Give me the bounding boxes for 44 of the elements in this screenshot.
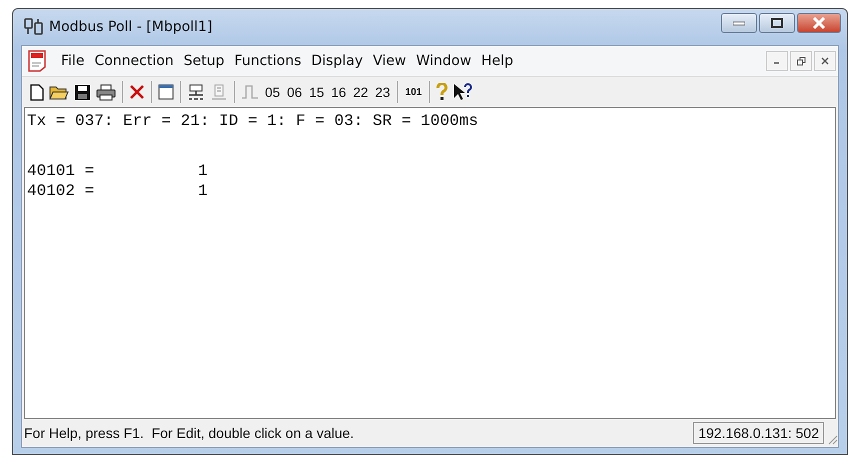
restore-button[interactable] <box>790 51 812 71</box>
close-button[interactable] <box>814 51 836 71</box>
new-file-icon[interactable] <box>30 84 44 100</box>
resize-grip-icon[interactable] <box>826 433 838 445</box>
minimize-icon <box>733 20 745 26</box>
maximize-button[interactable] <box>759 13 795 33</box>
function-button[interactable]: 16 <box>330 84 348 100</box>
function-button[interactable]: 22 <box>352 84 370 100</box>
menu-item[interactable]: Setup <box>178 51 230 71</box>
delete-icon[interactable] <box>129 84 145 100</box>
function-button[interactable]: 05 <box>264 84 282 100</box>
maximize-icon <box>771 18 783 28</box>
plug-icon <box>23 17 45 37</box>
register-address: 40102 = <box>27 181 96 201</box>
register-address: 40101 = <box>27 161 96 181</box>
menu-item[interactable]: Window <box>411 51 476 71</box>
help-pointer-icon[interactable] <box>452 83 473 101</box>
close-icon <box>821 57 829 65</box>
window-title: Modbus Poll - [Mbpoll1] <box>49 19 214 35</box>
connection-pane: 192.168.0.131: 502 <box>693 422 824 444</box>
register-value[interactable]: 1 <box>198 161 208 181</box>
function-button[interactable]: 15 <box>308 84 326 100</box>
menu-item[interactable]: File <box>56 51 90 71</box>
function-button[interactable]: 101 <box>404 86 423 98</box>
status-line: Tx = 037: Err = 21: ID = 1: F = 03: SR = 1000ms <box>27 111 480 131</box>
function-button[interactable]: 06 <box>286 84 304 100</box>
save-icon[interactable] <box>74 84 91 100</box>
close-icon <box>812 17 826 29</box>
restore-icon <box>796 56 806 66</box>
menu-item[interactable]: Display <box>306 51 368 71</box>
close-button[interactable] <box>797 13 841 33</box>
function-button[interactable]: 23 <box>374 84 392 100</box>
register-value[interactable]: 1 <box>198 181 208 201</box>
status-message: For Help, press F1. For Edit, double click on a value. <box>24 425 355 441</box>
folder-icon[interactable] <box>49 84 69 100</box>
menu-item[interactable]: Functions <box>229 51 306 71</box>
printer-icon[interactable] <box>96 84 116 100</box>
help-icon[interactable] <box>436 83 448 101</box>
minimize-button[interactable] <box>721 13 757 33</box>
window-icon[interactable] <box>158 84 174 100</box>
menu-item[interactable]: View <box>368 51 412 71</box>
connect-icon[interactable] <box>187 83 205 101</box>
menu-item[interactable]: Help <box>476 51 518 71</box>
menu-item[interactable]: Connection <box>89 51 179 71</box>
